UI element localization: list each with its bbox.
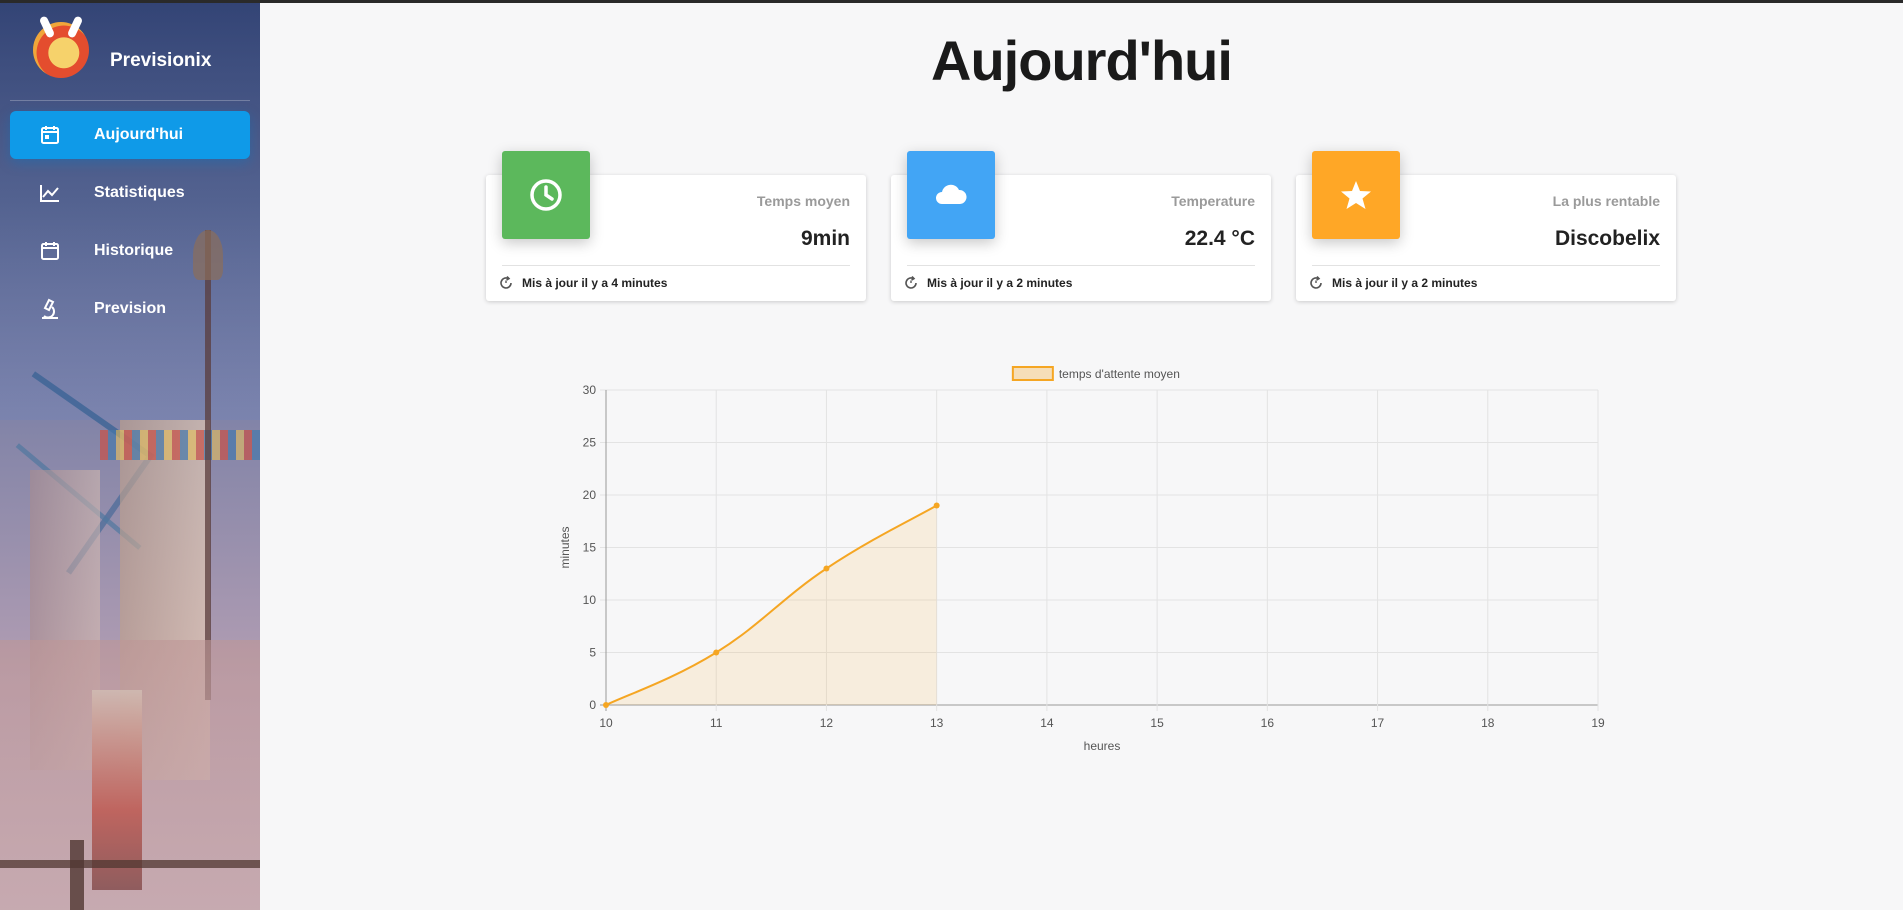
divider [10,100,250,101]
card-title: Temperature [1171,193,1255,209]
x-tick-label: 16 [1261,716,1275,730]
card-footer: Mis à jour il y a 2 minutes [1308,275,1477,291]
x-tick-label: 17 [1371,716,1385,730]
wait-time-chart: 0 5 10 15 20 25 30 10 11 12 13 14 15 16 17 18 19 heures mi… [540,355,1620,755]
card-footer: Mis à jour il y a 4 minutes [498,275,667,291]
card-title: Temps moyen [756,193,850,209]
divider [502,265,850,266]
x-tick-label: 19 [1591,716,1605,730]
y-tick-label: 30 [583,383,597,397]
x-tick-label: 13 [930,716,944,730]
y-tick-label: 20 [583,488,597,502]
sidebar: Previsionix Aujourd'hui Statistiques His… [0,0,260,910]
stat-card-temps-moyen: Temps moyen 9min Mis à jour il y a 4 min… [486,151,866,301]
cloud-icon [907,151,995,239]
data-point [603,702,609,708]
stat-card-plus-rentable: La plus rentable Discobelix Mis à jour i… [1296,151,1676,301]
calendar-icon [38,123,62,147]
logo [33,15,89,78]
data-point [713,649,720,656]
card-footer-text: Mis à jour il y a 2 minutes [927,276,1073,290]
sidebar-item-label: Aujourd'hui [94,126,184,143]
y-tick-label: 15 [583,541,597,555]
y-tick-label: 0 [589,698,596,712]
card-value: 9min [800,227,850,250]
brand-name: Previsionix [110,50,212,71]
divider [907,265,1255,266]
page-title: Aujourd'hui [931,29,1233,92]
line-chart-icon [38,181,62,205]
x-tick-label: 18 [1481,716,1495,730]
y-tick-label: 10 [583,593,597,607]
chart-svg: 0 5 10 15 20 25 30 10 11 12 13 14 15 16 17 18 19 heures mi… [558,366,1605,753]
window-top-border [0,0,1903,3]
microscope-icon [38,297,62,321]
x-tick-label: 11 [710,716,723,730]
sidebar-item-historique[interactable]: Historique [10,227,250,275]
card-footer: Mis à jour il y a 2 minutes [903,275,1072,291]
x-tick-label: 12 [820,716,834,730]
legend-label: temps d'attente moyen [1059,367,1180,381]
clock-icon [502,151,590,239]
data-point [823,565,830,572]
sidebar-item-label: Historique [94,242,174,259]
refresh-icon [1308,275,1324,291]
card-footer-text: Mis à jour il y a 2 minutes [1332,276,1478,290]
card-value: Discobelix [1554,227,1660,250]
x-tick-label: 10 [599,716,613,730]
calendar-icon [38,239,62,263]
series-area [606,505,937,705]
x-tick-label: 14 [1040,716,1054,730]
card-value: 22.4 °C [1184,227,1255,250]
brand[interactable]: Previsionix [0,0,260,100]
divider [1312,265,1660,266]
sidebar-item-statistiques[interactable]: Statistiques [10,169,250,217]
sidebar-item-aujourdhui[interactable]: Aujourd'hui [10,111,250,159]
data-point [933,502,940,509]
refresh-icon [903,275,919,291]
y-tick-label: 25 [583,436,597,450]
card-title: La plus rentable [1552,193,1660,209]
star-icon [1312,151,1400,239]
sidebar-item-label: Statistiques [94,184,185,201]
refresh-icon [498,275,514,291]
sidebar-item-prevision[interactable]: Prevision [10,285,250,333]
stat-card-temperature: Temperature 22.4 °C Mis à jour il y a 2 … [891,151,1271,301]
y-axis-label: minutes [558,526,572,568]
x-tick-label: 15 [1150,716,1164,730]
card-footer-text: Mis à jour il y a 4 minutes [522,276,668,290]
sidebar-nav: Aujourd'hui Statistiques Historique Prev… [10,111,250,343]
sidebar-item-label: Prevision [94,300,167,317]
x-axis-label: heures [1084,739,1121,753]
legend-swatch [1011,366,1054,381]
y-tick-label: 5 [589,646,596,660]
